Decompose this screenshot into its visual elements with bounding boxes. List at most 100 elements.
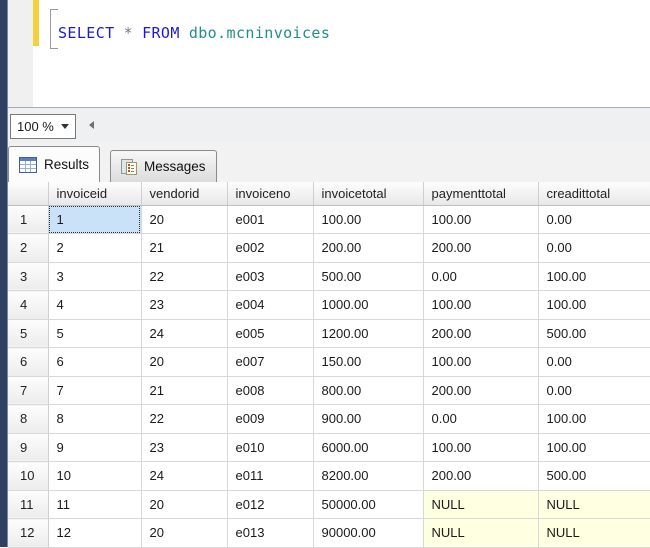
grid-cell-paymenttotal[interactable]: 200.00 [423,461,539,491]
grid-cell-invoiceno[interactable]: e009 [227,404,314,434]
grid-cell-invoiceno[interactable]: e007 [227,347,314,377]
grid-cell-invoiceid[interactable]: 4 [48,290,142,320]
grid-corner-cell[interactable] [8,182,49,206]
scrollbar-left-button[interactable] [84,117,98,133]
grid-cell-vendorid[interactable]: 21 [141,376,228,405]
grid-cell-invoicetotal[interactable]: 150.00 [313,347,424,377]
grid-cell-vendorid[interactable]: 21 [141,233,228,263]
grid-cell-invoicetotal[interactable]: 900.00 [313,404,424,434]
grid-cell-creadittotal[interactable]: 0.00 [538,205,650,234]
grid-cell-vendorid[interactable]: 20 [141,347,228,377]
grid-cell-paymenttotal[interactable]: 200.00 [423,319,539,348]
grid-cell-invoiceno[interactable]: e013 [227,518,314,548]
grid-cell-paymenttotal[interactable]: 0.00 [423,262,539,291]
grid-cell-vendorid[interactable]: 23 [141,433,228,462]
grid-cell-invoiceno[interactable]: e010 [227,433,314,462]
grid-cell-invoiceno[interactable]: e012 [227,490,314,519]
grid-cell-invoiceid[interactable]: 7 [48,376,142,405]
grid-cell-paymenttotal[interactable]: 100.00 [423,433,539,462]
query-editor[interactable]: SELECT * FROM dbo.mcninvoices [8,0,650,107]
column-header-paymenttotal[interactable]: paymenttotal [423,182,539,206]
grid-cell-invoiceno[interactable]: e002 [227,233,314,263]
grid-cell-invoicetotal[interactable]: 500.00 [313,262,424,291]
grid-cell-invoiceid[interactable]: 1 [48,205,142,234]
grid-cell-paymenttotal[interactable]: 200.00 [423,376,539,405]
grid-cell-paymenttotal[interactable]: NULL [423,518,539,548]
zoom-dropdown[interactable]: 100 % [10,114,76,139]
tab-results[interactable]: Results [8,146,101,182]
table-row: 7 7 21 e008 800.00 200.00 0.00 [8,376,650,405]
grid-cell-vendorid[interactable]: 23 [141,290,228,320]
grid-cell-invoiceno[interactable]: e003 [227,262,314,291]
grid-cell-vendorid[interactable]: 22 [141,262,228,291]
grid-cell-vendorid[interactable]: 24 [141,319,228,348]
grid-cell-creadittotal[interactable]: 100.00 [538,404,650,434]
grid-cell-invoiceno[interactable]: e001 [227,205,314,234]
row-header[interactable]: 4 [8,290,49,320]
tab-messages[interactable]: Messages [110,150,217,182]
grid-cell-invoiceid[interactable]: 12 [48,518,142,548]
row-header[interactable]: 5 [8,319,49,348]
grid-cell-creadittotal[interactable]: NULL [538,490,650,519]
grid-cell-invoicetotal[interactable]: 1000.00 [313,290,424,320]
grid-cell-invoicetotal[interactable]: 50000.00 [313,490,424,519]
grid-cell-invoicetotal[interactable]: 90000.00 [313,518,424,548]
grid-cell-vendorid[interactable]: 20 [141,205,228,234]
grid-cell-invoiceid[interactable]: 6 [48,347,142,377]
grid-cell-invoiceid[interactable]: 10 [48,461,142,491]
grid-cell-invoicetotal[interactable]: 200.00 [313,233,424,263]
row-header[interactable]: 11 [8,490,49,519]
grid-cell-invoicetotal[interactable]: 100.00 [313,205,424,234]
column-header-invoiceid[interactable]: invoiceid [48,182,142,206]
row-header[interactable]: 1 [8,205,49,234]
grid-cell-creadittotal[interactable]: 100.00 [538,262,650,291]
grid-cell-paymenttotal[interactable]: 100.00 [423,290,539,320]
grid-cell-creadittotal[interactable]: 500.00 [538,461,650,491]
grid-cell-invoiceno[interactable]: e005 [227,319,314,348]
sql-statement[interactable]: SELECT * FROM dbo.mcninvoices [58,24,330,42]
grid-cell-invoicetotal[interactable]: 1200.00 [313,319,424,348]
results-grid-icon [19,156,37,173]
grid-cell-creadittotal[interactable]: 100.00 [538,433,650,462]
grid-cell-vendorid[interactable]: 22 [141,404,228,434]
grid-cell-invoiceno[interactable]: e008 [227,376,314,405]
grid-cell-creadittotal[interactable]: 0.00 [538,347,650,377]
grid-cell-invoiceid[interactable]: 5 [48,319,142,348]
column-header-invoiceno[interactable]: invoiceno [227,182,314,206]
grid-cell-paymenttotal[interactable]: 0.00 [423,404,539,434]
grid-cell-creadittotal[interactable]: 500.00 [538,319,650,348]
row-header[interactable]: 2 [8,233,49,263]
column-header-vendorid[interactable]: vendorid [141,182,228,206]
grid-cell-creadittotal[interactable]: 100.00 [538,290,650,320]
grid-cell-invoiceid[interactable]: 3 [48,262,142,291]
grid-cell-vendorid[interactable]: 20 [141,518,228,548]
grid-cell-creadittotal[interactable]: NULL [538,518,650,548]
column-header-invoicetotal[interactable]: invoicetotal [313,182,424,206]
grid-cell-paymenttotal[interactable]: NULL [423,490,539,519]
grid-cell-invoiceid[interactable]: 9 [48,433,142,462]
grid-cell-invoiceno[interactable]: e011 [227,461,314,491]
row-header[interactable]: 10 [8,461,49,491]
grid-cell-vendorid[interactable]: 24 [141,461,228,491]
row-header[interactable]: 12 [8,518,49,548]
grid-cell-vendorid[interactable]: 20 [141,490,228,519]
grid-cell-creadittotal[interactable]: 0.00 [538,233,650,263]
row-header[interactable]: 8 [8,404,49,434]
row-header[interactable]: 3 [8,262,49,291]
grid-cell-creadittotal[interactable]: 0.00 [538,376,650,405]
row-header[interactable]: 9 [8,433,49,462]
grid-cell-paymenttotal[interactable]: 200.00 [423,233,539,263]
grid-cell-invoicetotal[interactable]: 8200.00 [313,461,424,491]
table-row: 11 11 20 e012 50000.00 NULL NULL [8,490,650,519]
grid-cell-paymenttotal[interactable]: 100.00 [423,205,539,234]
row-header[interactable]: 6 [8,347,49,377]
grid-cell-invoiceid[interactable]: 2 [48,233,142,263]
column-header-creadittotal[interactable]: creadittotal [538,182,650,206]
grid-cell-paymenttotal[interactable]: 100.00 [423,347,539,377]
grid-cell-invoiceno[interactable]: e004 [227,290,314,320]
row-header[interactable]: 7 [8,376,49,405]
grid-cell-invoiceid[interactable]: 11 [48,490,142,519]
grid-cell-invoicetotal[interactable]: 800.00 [313,376,424,405]
grid-cell-invoiceid[interactable]: 8 [48,404,142,434]
grid-cell-invoicetotal[interactable]: 6000.00 [313,433,424,462]
